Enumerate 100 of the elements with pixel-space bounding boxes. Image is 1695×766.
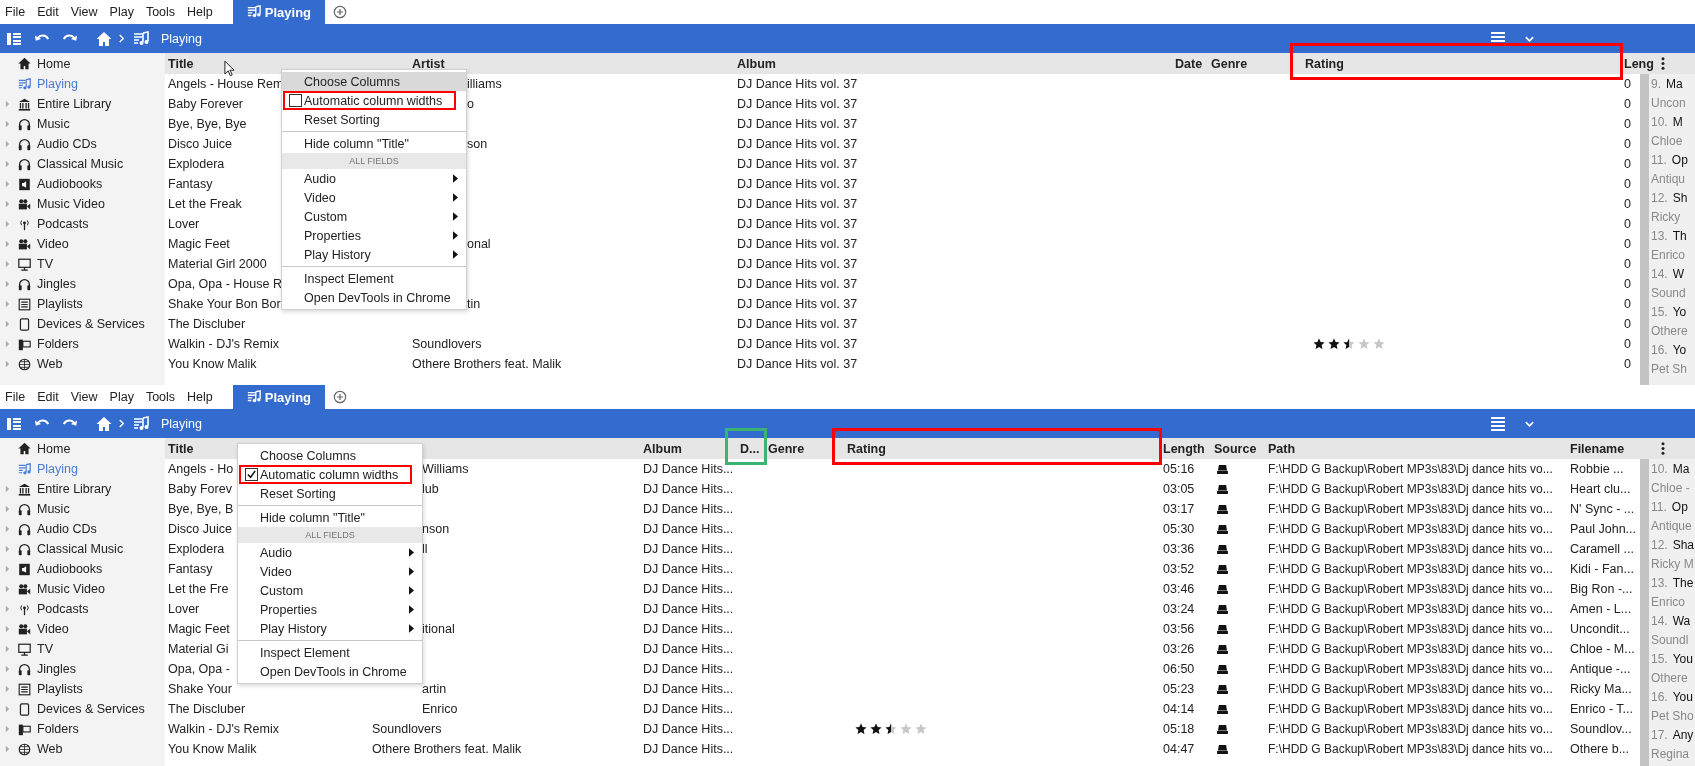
track-title[interactable]: Yo xyxy=(1672,342,1687,357)
sidebar-item[interactable]: Home xyxy=(37,56,71,71)
home-icon[interactable] xyxy=(96,30,112,47)
sidebar-item[interactable]: Music Video xyxy=(37,582,105,596)
menu-item[interactable]: Audio xyxy=(282,169,466,188)
column-header[interactable]: Source xyxy=(1214,441,1257,456)
expand-arrow-icon[interactable] xyxy=(5,605,10,613)
track-title[interactable]: Any xyxy=(1672,727,1694,742)
column-header[interactable]: Title xyxy=(168,441,194,456)
sidebar-item[interactable]: Music xyxy=(37,117,70,131)
sidebar-item[interactable]: Playlists xyxy=(37,682,83,696)
more-options-icon[interactable] xyxy=(1661,56,1665,71)
track-title[interactable]: Sha xyxy=(1672,537,1695,552)
menu-item[interactable]: Edit xyxy=(37,5,59,19)
sidebar-item[interactable]: Web xyxy=(37,357,63,371)
sidebar-item[interactable]: Music xyxy=(37,502,70,516)
sidebar-item[interactable]: Folders xyxy=(37,337,79,351)
expand-arrow-icon[interactable] xyxy=(5,565,10,573)
menu-item[interactable]: Tools xyxy=(145,5,176,19)
column-header[interactable]: Rating xyxy=(1305,56,1344,71)
home-icon[interactable] xyxy=(96,415,112,432)
menu-item[interactable]: Custom xyxy=(282,207,466,226)
expand-arrow-icon[interactable] xyxy=(5,220,10,228)
sidebar-item[interactable]: Entire Library xyxy=(37,97,112,111)
menu-item[interactable]: File xyxy=(5,390,26,404)
column-header[interactable]: Album xyxy=(643,441,682,456)
track-title[interactable]: Sh xyxy=(1672,190,1688,205)
expand-arrow-icon[interactable] xyxy=(5,725,10,733)
more-options-icon[interactable] xyxy=(1661,441,1665,456)
track-title[interactable]: M xyxy=(1672,114,1683,129)
menu-item[interactable]: Custom xyxy=(238,581,422,600)
column-header[interactable]: Title xyxy=(168,56,194,71)
menu-item[interactable]: Reset Sorting xyxy=(282,110,466,129)
add-tab-icon[interactable] xyxy=(333,5,348,19)
star-rating[interactable] xyxy=(855,723,927,735)
menu-item[interactable]: Hide column "Title" xyxy=(282,134,466,153)
column-header[interactable]: Length xyxy=(1163,441,1205,456)
track-title[interactable]: You xyxy=(1672,651,1693,666)
star-rating[interactable] xyxy=(1313,338,1385,350)
sidebar-item[interactable]: Devices & Services xyxy=(37,317,145,331)
sidebar-item[interactable]: Audio CDs xyxy=(37,137,97,151)
column-header[interactable]: D... xyxy=(740,441,760,456)
menu-item[interactable]: Open DevTools in Chrome xyxy=(282,288,466,307)
tab[interactable]: Playing xyxy=(232,0,326,24)
expand-arrow-icon[interactable] xyxy=(5,280,10,288)
breadcrumb-item[interactable]: Playing xyxy=(161,31,202,46)
expand-arrow-icon[interactable] xyxy=(5,505,10,513)
sidebar-item[interactable]: Playlists xyxy=(37,297,83,311)
expand-arrow-icon[interactable] xyxy=(5,260,10,268)
column-header[interactable]: Filename xyxy=(1570,441,1625,456)
menu-item[interactable]: Hide column "Title" xyxy=(238,508,422,527)
expand-arrow-icon[interactable] xyxy=(5,340,10,348)
sidebar-item[interactable]: Podcasts xyxy=(37,602,89,616)
menu-item[interactable]: Properties xyxy=(282,226,466,245)
sidebar-item[interactable]: Jingles xyxy=(37,662,76,676)
expand-arrow-icon[interactable] xyxy=(5,240,10,248)
menu-item[interactable]: Video xyxy=(282,188,466,207)
expand-arrow-icon[interactable] xyxy=(5,685,10,693)
track-title[interactable]: Op xyxy=(1671,499,1688,514)
expand-arrow-icon[interactable] xyxy=(5,585,10,593)
tab[interactable]: Playing xyxy=(232,385,326,409)
column-header[interactable]: Artist xyxy=(412,56,445,71)
menu-item[interactable]: Tools xyxy=(145,390,176,404)
menu-item[interactable]: Reset Sorting xyxy=(238,484,422,503)
sidebar-toggle-icon[interactable] xyxy=(6,415,22,432)
expand-arrow-icon[interactable] xyxy=(5,665,10,673)
menu-item[interactable]: Inspect Element xyxy=(282,269,466,288)
menu-item[interactable]: Automatic column widths xyxy=(282,91,466,110)
expand-arrow-icon[interactable] xyxy=(5,300,10,308)
track-title[interactable]: W xyxy=(1672,266,1684,281)
menu-item[interactable]: Play History xyxy=(282,245,466,264)
sidebar-item[interactable]: Playing xyxy=(37,462,78,476)
track-title[interactable]: Th xyxy=(1672,228,1687,243)
expand-arrow-icon[interactable] xyxy=(5,545,10,553)
sidebar-item[interactable]: Video xyxy=(37,622,69,636)
add-tab-icon[interactable] xyxy=(333,390,348,404)
menu-item[interactable]: Inspect Element xyxy=(238,643,422,662)
expand-arrow-icon[interactable] xyxy=(5,200,10,208)
expand-arrow-icon[interactable] xyxy=(5,645,10,653)
sidebar-item[interactable]: Music Video xyxy=(37,197,105,211)
sidebar-item[interactable]: Jingles xyxy=(37,277,76,291)
chevron-down-icon[interactable] xyxy=(1524,34,1535,43)
expand-arrow-icon[interactable] xyxy=(5,485,10,493)
column-header[interactable]: Date xyxy=(1175,56,1203,71)
menu-item[interactable]: Choose Columns xyxy=(238,446,422,465)
track-title[interactable]: Wa xyxy=(1672,613,1691,628)
expand-arrow-icon[interactable] xyxy=(5,625,10,633)
expand-arrow-icon[interactable] xyxy=(5,160,10,168)
sidebar-item[interactable]: Folders xyxy=(37,722,79,736)
column-header[interactable]: Genre xyxy=(768,441,805,456)
menu-item[interactable]: Open DevTools in Chrome xyxy=(238,662,422,681)
expand-arrow-icon[interactable] xyxy=(5,525,10,533)
track-title[interactable]: The xyxy=(1672,575,1694,590)
column-header[interactable]: Genre xyxy=(1211,56,1248,71)
track-title[interactable]: You xyxy=(1672,689,1693,704)
checkbox[interactable] xyxy=(245,468,258,481)
expand-arrow-icon[interactable] xyxy=(5,100,10,108)
column-header[interactable]: Album xyxy=(737,56,776,71)
expand-arrow-icon[interactable] xyxy=(5,140,10,148)
expand-arrow-icon[interactable] xyxy=(5,320,10,328)
